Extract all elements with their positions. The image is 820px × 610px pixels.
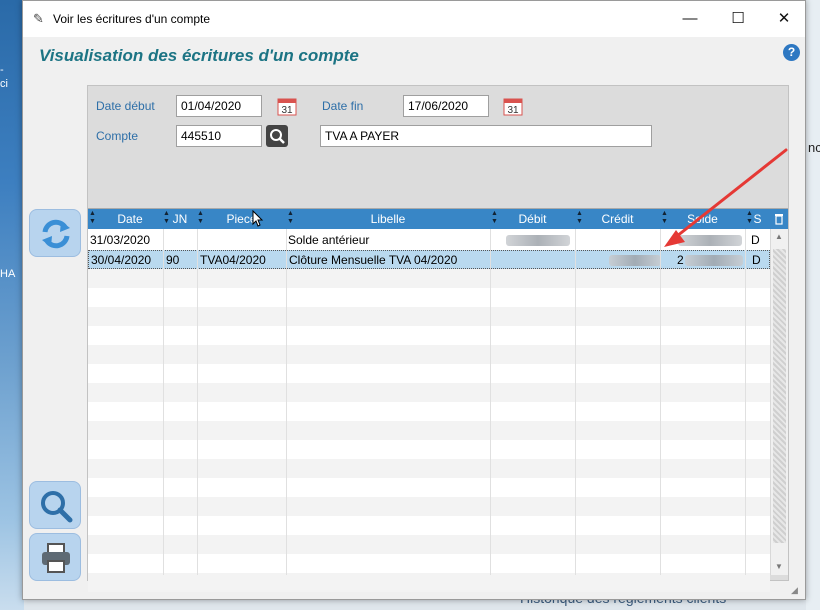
desktop-text: HA [0,268,16,280]
window-title: Voir les écritures d'un compte [53,12,211,26]
svg-text:31: 31 [507,105,519,116]
empty-row [88,345,770,364]
date-debut-label: Date début [96,99,155,113]
close-button[interactable]: ✕ [761,5,807,33]
date-fin-input[interactable] [403,95,489,117]
blurred-amount [678,235,742,246]
empty-row [88,421,770,440]
cell-piece [197,231,286,250]
empty-row [88,459,770,478]
blurred-amount [609,255,661,266]
compte-label: Compte [96,129,139,143]
desktop-text: ci [0,78,8,90]
blurred-amount [506,235,570,246]
search-button[interactable] [29,481,81,529]
empty-row [88,402,770,421]
blurred-amount [685,255,743,266]
empty-row [88,478,770,497]
column-divider [197,229,198,575]
maximize-button[interactable]: ☐ [715,5,761,33]
empty-row [88,516,770,535]
vertical-scrollbar[interactable]: ▲ ▼ [770,229,788,575]
date-fin-label: Date fin [322,99,364,113]
column-divider [490,229,491,575]
column-header-libelle[interactable]: Libelle [286,209,490,229]
calendar-icon[interactable]: 31 [503,96,523,116]
print-button[interactable] [29,533,81,581]
empty-row [88,535,770,554]
table-row[interactable]: 31/03/2020 Solde antérieur D [88,231,770,250]
refresh-button[interactable] [29,209,81,257]
date-debut-input[interactable] [176,95,262,117]
column-header-piece[interactable]: Piece [197,209,286,229]
compte-input[interactable] [176,125,262,147]
empty-row [88,383,770,402]
column-header-debit[interactable]: Débit [490,209,575,229]
column-divider [575,229,576,575]
empty-row [88,288,770,307]
cell-date: 30/04/2020 [91,253,152,267]
column-divider [745,229,746,575]
search-icon [270,129,285,144]
minimize-button[interactable]: — [667,5,713,33]
empty-row [88,497,770,516]
mouse-cursor-icon [252,210,264,227]
column-header-credit[interactable]: Crédit [575,209,660,229]
empty-row [88,326,770,345]
column-header-jn[interactable]: JN [163,209,197,229]
empty-row [88,307,770,326]
empty-row [88,573,770,592]
table-row-selected[interactable]: 30/04/2020 90 TVA04/2020 Clôture Mensuel… [88,250,770,269]
desktop-left-strip: - ci HA [0,0,24,610]
entries-grid: ▲ ▼ Date ▲ ▼ JN ▲ ▼ Piece ▲ ▼ Libelle ▲ ▼ Déb… [88,208,788,592]
column-header-date[interactable]: Date [88,209,172,229]
magnifier-icon [41,491,73,523]
cell-libelle: Solde antérieur [288,233,370,247]
trash-icon[interactable] [774,213,784,225]
empty-row [88,269,770,288]
entries-panel: Date début 31 Date fin 31 Compte ▲ ▼ Date [87,85,789,592]
desktop-right-strip: nc [806,0,820,610]
cell-solde: 2 [677,253,684,267]
desktop-text: nc [808,140,820,155]
column-divider [286,229,287,575]
empty-row [88,364,770,383]
cell-s: D [752,253,761,267]
empty-row [88,440,770,459]
cell-s: D [751,233,760,247]
scrollbar-thumb[interactable] [773,249,786,543]
page-title: Visualisation des écritures d'un compte [39,46,359,65]
account-search-button[interactable] [266,125,288,147]
grid-header: ▲ ▼ Date ▲ ▼ JN ▲ ▼ Piece ▲ ▼ Libelle ▲ ▼ Déb… [88,209,788,229]
calendar-icon[interactable]: 31 [277,96,297,116]
empty-row [88,554,770,573]
cell-date: 31/03/2020 [90,233,151,247]
svg-text:31: 31 [281,105,293,116]
printer-icon [42,543,70,573]
column-divider [660,229,661,575]
refresh-icon [42,219,70,249]
cell-jn: 90 [166,253,180,267]
pen-icon: ✎ [33,11,44,26]
desktop-text: - [0,64,4,76]
column-header-s[interactable]: S [745,209,770,229]
cell-libelle: Clôture Mensuelle TVA 04/2020 [289,253,458,267]
resize-grip-icon[interactable]: ◢ [791,585,803,597]
main-window: ✎ Voir les écritures d'un compte — ☐ ✕ V… [22,0,806,600]
compte-libelle-input[interactable] [320,125,652,147]
scroll-down-icon[interactable]: ▼ [775,562,783,571]
help-icon[interactable]: ? [783,44,800,61]
column-header-solde[interactable]: Solde [660,209,745,229]
cell-jn [163,231,197,250]
title-bar: ✎ Voir les écritures d'un compte — ☐ ✕ [23,1,805,37]
column-divider [163,229,164,575]
scroll-up-icon[interactable]: ▲ [775,232,783,241]
cell-piece: TVA04/2020 [200,253,266,267]
